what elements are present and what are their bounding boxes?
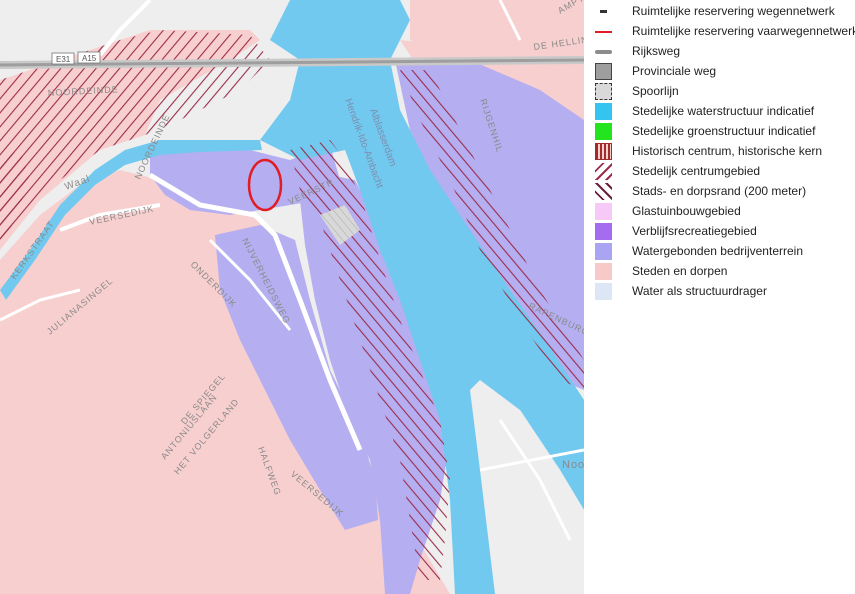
legend-item-steden: Steden en dorpen	[584, 262, 855, 282]
legend-item-centrumgebied: Stedelijk centrumgebied	[584, 162, 855, 182]
road-shield-a15: A15	[77, 51, 101, 64]
pink-square-icon	[595, 203, 612, 220]
vertical-stripes-icon	[595, 143, 612, 160]
legend-item-waterstructuur: Stedelijke waterstructuur indicatief	[584, 102, 855, 122]
svg-text:E31: E31	[56, 55, 71, 64]
legend-panel: Ruimtelijke reservering wegennetwerk Rui…	[584, 0, 855, 594]
light-blue-square-icon	[595, 283, 612, 300]
map-canvas[interactable]: E31 A15 NOORDEINDE NOORDEINDE VEERSEDIJK…	[0, 0, 584, 594]
legend-item-watergebonden: Watergebonden bedrijventerrein	[584, 242, 855, 262]
red-line-icon	[595, 23, 612, 40]
legend-item-water-structuurdrager: Water als structuurdrager	[584, 282, 855, 302]
purple-square-icon	[595, 223, 612, 240]
grey-square-icon	[595, 63, 612, 80]
legend-item-dorpsrand: Stads- en dorpsrand (200 meter)	[584, 182, 855, 202]
grey-line-icon	[595, 43, 612, 60]
legend-item-verblijfsrecreatie: Verblijfsrecreatiegebied	[584, 222, 855, 242]
legend-item-historisch: Historisch centrum, historische kern	[584, 142, 855, 162]
legend-item-rijksweg: Rijksweg	[584, 42, 855, 62]
legend-item-spoorlijn: Spoorlijn	[584, 82, 855, 102]
green-square-icon	[595, 123, 612, 140]
legend-item-glastuinbouw: Glastuinbouwgebied	[584, 202, 855, 222]
svg-text:A15: A15	[82, 54, 97, 63]
dash-icon	[595, 3, 612, 20]
blue-square-icon	[595, 103, 612, 120]
dashed-square-icon	[595, 83, 612, 100]
map-view[interactable]: E31 A15 NOORDEINDE NOORDEINDE VEERSEDIJK…	[0, 0, 584, 594]
lavender-square-icon	[595, 243, 612, 260]
legend-item-groenstructuur: Stedelijke groenstructuur indicatief	[584, 122, 855, 142]
back-diagonal-stripes-icon	[595, 183, 612, 200]
diagonal-stripes-icon	[595, 163, 612, 180]
legend-item-wegennetwerk: Ruimtelijke reservering wegennetwerk	[584, 2, 855, 22]
road-shield-e31: E31	[51, 52, 75, 65]
legend-item-provinciale-weg: Provinciale weg	[584, 62, 855, 82]
label-noord: Noo	[562, 459, 584, 471]
legend-item-vaarwegennetwerk: Ruimtelijke reservering vaarwegennetwerk	[584, 22, 855, 42]
salmon-square-icon	[595, 263, 612, 280]
